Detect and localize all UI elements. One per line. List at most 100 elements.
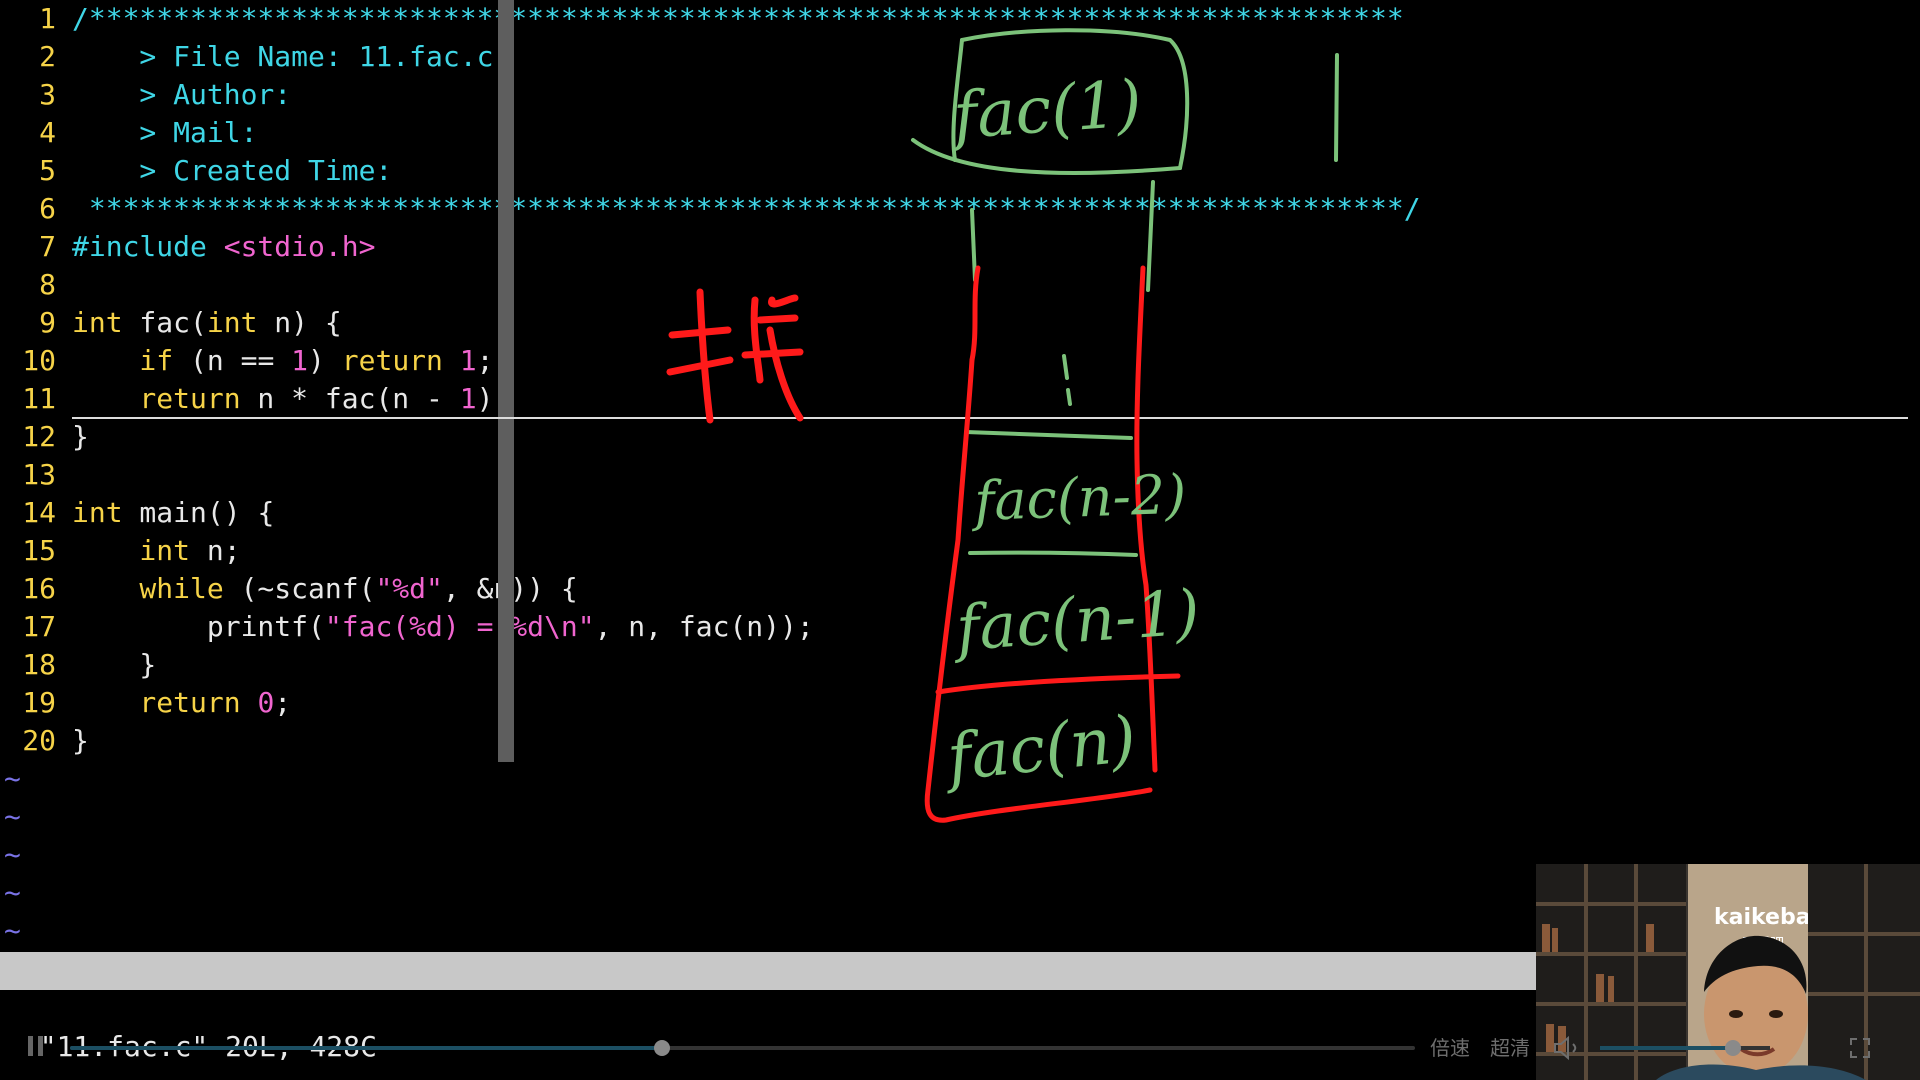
- code-token: int: [206, 306, 258, 339]
- code-text: }: [72, 646, 156, 684]
- line-number: 10: [22, 344, 56, 377]
- code-text: if (n == 1) return 1;: [72, 342, 493, 380]
- line-number: 1: [39, 2, 56, 35]
- code-token: return: [72, 382, 241, 415]
- code-token: fac(: [122, 306, 207, 339]
- code-token: return: [72, 686, 241, 719]
- code-text: return n * fac(n - 1);: [72, 380, 510, 418]
- code-token: printf(: [72, 610, 325, 643]
- empty-line-marker: ~: [4, 876, 21, 909]
- code-token: int: [72, 306, 123, 339]
- line-number: 12: [22, 420, 56, 453]
- code-token: 1: [459, 344, 477, 377]
- code-text: > Author:: [72, 76, 291, 114]
- code-token: main() {: [122, 496, 275, 529]
- line-number: 6: [39, 192, 56, 225]
- svg-text:kaikeba: kaikeba: [1714, 905, 1811, 930]
- code-token: }: [72, 648, 157, 681]
- line-number: 14: [22, 496, 56, 529]
- code-token: ;: [476, 344, 494, 377]
- code-token: return: [341, 344, 443, 377]
- code-token: n) {: [257, 306, 342, 339]
- code-text: int main() {: [72, 494, 274, 532]
- code-text: printf("fac(%d) = %d\n", n, fac(n));: [72, 608, 814, 646]
- line-number: 4: [39, 116, 56, 149]
- code-token: }: [72, 420, 89, 453]
- line-number: 7: [39, 230, 56, 263]
- code-token: while: [72, 572, 224, 605]
- code-text: int fac(int n) {: [72, 304, 342, 342]
- pause-icon-bar-right: [38, 1036, 43, 1056]
- line-number: 13: [22, 458, 56, 491]
- progress-fill: [70, 1046, 662, 1050]
- code-text: > Created Time:: [72, 152, 392, 190]
- code-token: (n ==: [173, 344, 292, 377]
- code-token: "fac(%d) = %d\n": [324, 610, 595, 643]
- line-number: 3: [39, 78, 56, 111]
- code-text: > File Name: 11.fac.c: [72, 38, 493, 76]
- pause-button[interactable]: [26, 1036, 50, 1062]
- volume-handle[interactable]: [1724, 1040, 1741, 1056]
- code-token: , n, fac(n));: [594, 610, 814, 643]
- code-token: <stdio.h>: [223, 230, 376, 263]
- code-token: > Author:: [72, 78, 292, 111]
- pause-icon-bar-left: [28, 1036, 33, 1056]
- empty-line-marker: ~: [4, 838, 21, 871]
- progress-bar[interactable]: [70, 1040, 1415, 1056]
- code-token: 1: [459, 382, 477, 415]
- volume-fill: [1600, 1046, 1733, 1050]
- line-number: 17: [22, 610, 56, 643]
- code-token: > Mail:: [72, 116, 258, 149]
- code-text: }: [72, 418, 89, 456]
- code-token: ): [308, 344, 342, 377]
- line-number: 9: [39, 306, 56, 339]
- code-text: int n;: [72, 532, 241, 570]
- code-text: ****************************************…: [72, 190, 1421, 228]
- line-number: 5: [39, 154, 56, 187]
- line-number: 8: [39, 268, 56, 301]
- line-number: 19: [22, 686, 56, 719]
- code-text: return 0;: [72, 684, 291, 722]
- empty-line-marker: ~: [4, 800, 21, 833]
- line-number: 11: [22, 382, 56, 415]
- code-text: /***************************************…: [72, 0, 1404, 38]
- split-divider[interactable]: [498, 0, 514, 762]
- progress-handle[interactable]: [653, 1040, 670, 1056]
- code-token: 0: [257, 686, 275, 719]
- speed-button[interactable]: 倍速: [1430, 1032, 1470, 1061]
- code-token: (~scanf(: [223, 572, 376, 605]
- code-token: ****************************************…: [72, 192, 1421, 225]
- code-token: int: [72, 496, 123, 529]
- cursor-line-indicator: [72, 417, 1908, 419]
- vim-editor[interactable]: 1 /**************************************…: [0, 0, 1920, 950]
- empty-line-marker: ~: [4, 914, 21, 947]
- code-token: "%d": [375, 572, 443, 605]
- status-bar: 11.fac.c: [0, 952, 1536, 1025]
- volume-slider[interactable]: [1600, 1040, 1770, 1056]
- code-text: > Mail:: [72, 114, 257, 152]
- code-token: if: [72, 344, 174, 377]
- line-number: 2: [39, 40, 56, 73]
- empty-line-marker: ~: [4, 762, 21, 795]
- fullscreen-icon[interactable]: [1848, 1036, 1872, 1060]
- code-text: #include <stdio.h>: [72, 228, 375, 266]
- code-token: ;: [274, 686, 292, 719]
- video-player-controls: 倍速 超清: [0, 1030, 1920, 1080]
- quality-button[interactable]: 超清: [1490, 1032, 1530, 1061]
- code-token: > Created Time:: [72, 154, 393, 187]
- volume-icon[interactable]: [1552, 1034, 1584, 1062]
- line-number: 20: [22, 724, 56, 757]
- code-token: 1: [291, 344, 309, 377]
- code-text: }: [72, 722, 89, 760]
- line-number: 15: [22, 534, 56, 567]
- code-token: n * fac(n -: [240, 382, 460, 415]
- line-number: 18: [22, 648, 56, 681]
- line-number: 16: [22, 572, 56, 605]
- code-token: n;: [190, 534, 241, 567]
- code-token: > File Name: 11.fac.c: [72, 40, 494, 73]
- code-token: int: [72, 534, 191, 567]
- code-token: /***************************************…: [72, 2, 1404, 35]
- code-token: #include: [72, 230, 224, 263]
